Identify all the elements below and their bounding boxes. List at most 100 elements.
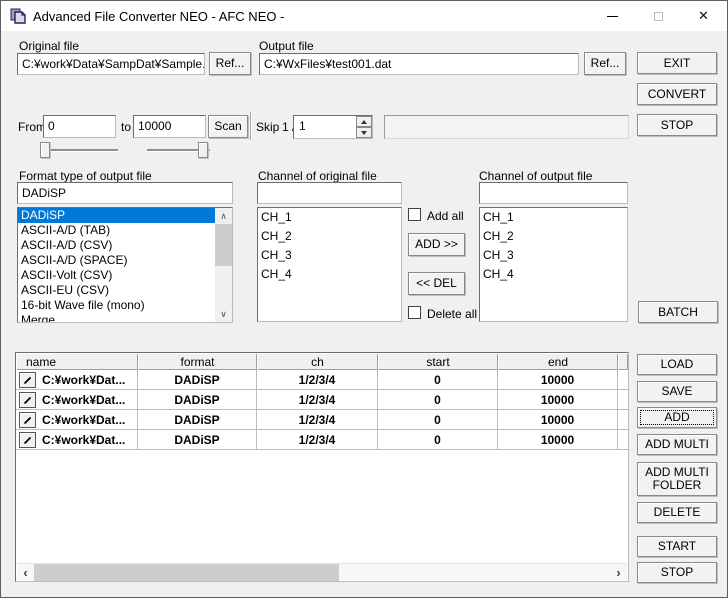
from-input[interactable]: 0 (43, 115, 116, 138)
add-all-label: Add all (427, 209, 464, 223)
skip-label: Skip (256, 120, 280, 134)
format-list-item[interactable]: ASCII-EU (CSV) (18, 283, 215, 298)
output-file-input[interactable]: C:¥WxFiles¥test001.dat (259, 53, 579, 75)
load-button[interactable]: LOAD (637, 354, 717, 375)
edit-row-button[interactable] (19, 411, 36, 428)
output-channel-label: Channel of output file (479, 169, 593, 183)
output-channel-item[interactable]: CH_2 (480, 227, 627, 246)
cell-format: DADiSP (138, 410, 257, 429)
skip-value[interactable]: 1 (294, 116, 356, 138)
scroll-up-icon[interactable]: ∧ (215, 208, 232, 224)
from-slider-track[interactable] (40, 149, 118, 151)
original-channel-item[interactable]: CH_1 (258, 208, 401, 227)
original-channel-item[interactable]: CH_4 (258, 265, 401, 284)
edit-icon (23, 436, 31, 444)
file-name-text: C:¥work¥Dat... (42, 392, 126, 407)
format-list-item[interactable]: ASCII-A/D (CSV) (18, 238, 215, 253)
edit-row-button[interactable] (19, 371, 36, 388)
output-ref-button[interactable]: Ref... (584, 52, 626, 75)
original-ref-button[interactable]: Ref... (209, 52, 251, 75)
table-header: name format ch start end (16, 353, 628, 370)
output-channel-item[interactable]: CH_3 (480, 246, 627, 265)
format-list-scrollbar[interactable]: ∧ ∨ (215, 208, 232, 322)
scroll-down-icon[interactable]: ∨ (215, 306, 232, 322)
delete-all-checkbox[interactable] (408, 306, 421, 319)
format-list-item[interactable]: ASCII-Volt (CSV) (18, 268, 215, 283)
column-header-end[interactable]: end (498, 353, 618, 370)
column-header-name[interactable]: name (16, 353, 138, 370)
table-row[interactable]: C:¥work¥Dat... DADiSP 1/2/3/4 0 10000 (16, 390, 628, 410)
add-multi-button[interactable]: ADD MULTI (637, 434, 717, 455)
cell-start: 0 (378, 430, 498, 449)
start-button[interactable]: START (637, 536, 717, 557)
titlebar[interactable]: Advanced File Converter NEO - AFC NEO - … (1, 1, 727, 31)
scroll-thumb[interactable] (215, 224, 232, 266)
save-button[interactable]: SAVE (637, 381, 717, 402)
convert-stop-button[interactable]: STOP (637, 114, 717, 136)
to-slider-thumb[interactable] (198, 142, 208, 158)
cell-ch: 1/2/3/4 (257, 410, 378, 429)
format-list-item[interactable]: ASCII-A/D (SPACE) (18, 253, 215, 268)
table-row[interactable]: C:¥work¥Dat... DADiSP 1/2/3/4 0 10000 (16, 410, 628, 430)
spin-up-button[interactable] (356, 116, 372, 127)
del-channel-button[interactable]: << DEL (408, 272, 465, 295)
output-channel-item[interactable]: CH_1 (480, 208, 627, 227)
to-input[interactable]: 10000 (133, 115, 206, 138)
original-file-label: Original file (19, 39, 80, 53)
format-list-item[interactable]: 16-bit Wave file (mono) (18, 298, 215, 313)
cell-filler (618, 390, 628, 409)
format-list-item[interactable]: ASCII-A/D (TAB) (18, 223, 215, 238)
add-multi-folder-button[interactable]: ADD MULTI FOLDER (637, 462, 717, 496)
column-header-format[interactable]: format (138, 353, 257, 370)
spin-down-button[interactable] (356, 127, 372, 138)
minimize-button[interactable] (590, 1, 635, 31)
batch-button[interactable]: BATCH (638, 301, 718, 323)
close-button[interactable]: ✕ (681, 1, 726, 31)
window-title: Advanced File Converter NEO - AFC NEO - (33, 9, 285, 24)
convert-button[interactable]: CONVERT (637, 83, 717, 105)
cell-filler (618, 430, 628, 449)
progress-bar (384, 115, 629, 139)
app-icon (10, 8, 26, 24)
stop-button[interactable]: STOP (637, 562, 717, 583)
table-hscrollbar[interactable]: ‹ › (17, 563, 627, 581)
format-combo-input[interactable]: DADiSP (17, 182, 233, 204)
maximize-icon (654, 11, 663, 21)
output-channel-listbox: CH_1 CH_2 CH_3 CH_4 (479, 207, 628, 322)
delete-all-label: Delete all (427, 307, 478, 321)
cell-start: 0 (378, 390, 498, 409)
output-channel-item[interactable]: CH_4 (480, 265, 627, 284)
add-channel-button[interactable]: ADD >> (408, 233, 465, 256)
spin-down-icon (361, 130, 367, 135)
output-channel-input[interactable] (479, 182, 628, 204)
exit-button[interactable]: EXIT (637, 52, 717, 74)
format-list-item[interactable]: DADiSP (18, 208, 215, 223)
cell-end: 10000 (498, 370, 618, 389)
edit-row-button[interactable] (19, 431, 36, 448)
hscroll-thumb[interactable] (34, 564, 339, 581)
table-body: C:¥work¥Dat... DADiSP 1/2/3/4 0 10000 C:¥work… (16, 370, 628, 450)
table-row[interactable]: C:¥work¥Dat... DADiSP 1/2/3/4 0 10000 (16, 430, 628, 450)
cell-format: DADiSP (138, 370, 257, 389)
table-row[interactable]: C:¥work¥Dat... DADiSP 1/2/3/4 0 10000 (16, 370, 628, 390)
scroll-left-icon[interactable]: ‹ (17, 564, 34, 581)
original-file-input[interactable]: C:¥work¥Data¥SampDat¥Sample.l (17, 53, 205, 75)
cell-end: 10000 (498, 390, 618, 409)
original-channel-item[interactable]: CH_3 (258, 246, 401, 265)
delete-button[interactable]: DELETE (637, 502, 717, 523)
cell-start: 0 (378, 370, 498, 389)
original-channel-input[interactable] (257, 182, 402, 204)
scroll-right-icon[interactable]: › (610, 564, 627, 581)
format-list-item[interactable]: Merge (18, 313, 215, 322)
column-header-start[interactable]: start (378, 353, 498, 370)
from-slider-thumb[interactable] (40, 142, 50, 158)
scan-button[interactable]: Scan (208, 115, 248, 138)
column-header-ch[interactable]: ch (257, 353, 378, 370)
add-all-checkbox[interactable] (408, 208, 421, 221)
original-channel-item[interactable]: CH_2 (258, 227, 401, 246)
skip-spinner[interactable]: 1 (293, 115, 373, 139)
cell-name: C:¥work¥Dat... (16, 430, 138, 449)
close-icon: ✕ (698, 8, 709, 23)
edit-row-button[interactable] (19, 391, 36, 408)
add-button[interactable]: ADD (637, 407, 717, 428)
